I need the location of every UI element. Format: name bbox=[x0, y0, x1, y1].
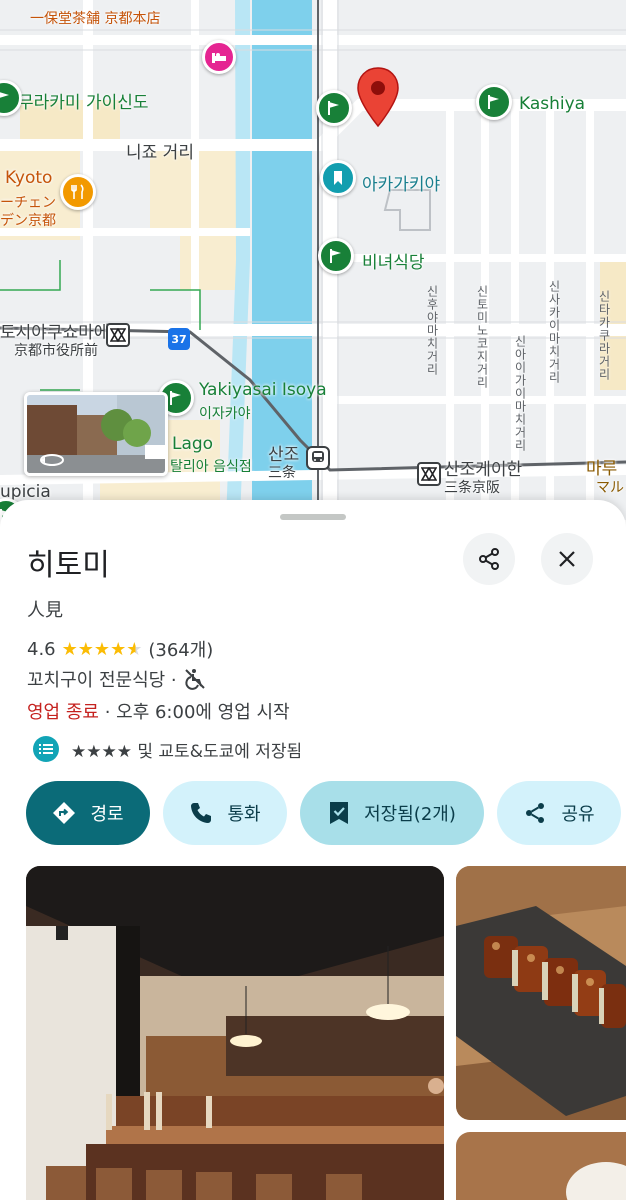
map-label-italian: 탈리아 음식점 bbox=[170, 459, 252, 475]
saved-label: 저장됨(2개) bbox=[364, 804, 456, 825]
street-label-2: 신토미노코지거리 bbox=[475, 285, 489, 389]
share-icon bbox=[479, 548, 499, 570]
share-icon bbox=[526, 803, 545, 823]
saved-lists-text: ★★★★ 및 교토&도쿄에 저장됨 bbox=[71, 741, 303, 762]
star-icon: ★ bbox=[110, 638, 127, 660]
close-button[interactable] bbox=[541, 533, 593, 585]
drag-handle[interactable] bbox=[280, 514, 346, 520]
street-label-5: 신타카쿠라거리 bbox=[597, 290, 611, 381]
phone-icon bbox=[191, 803, 212, 823]
map-label-sanjo-keihan-jp: 三条京阪 bbox=[444, 480, 500, 496]
rating-value: 4.6 bbox=[27, 638, 56, 660]
map-label-ippodo[interactable]: 一保堂茶舗 京都本店 bbox=[30, 8, 160, 28]
map-label-murakami[interactable]: 무라카미 가이신도 bbox=[18, 88, 149, 113]
star-icon: ★ bbox=[77, 638, 94, 660]
street-label-3: 신아이가이마치거리 bbox=[513, 335, 527, 452]
map-label-den-kyoto: デン京都 bbox=[0, 213, 56, 229]
subway-station-icon[interactable] bbox=[106, 323, 130, 347]
map-label-maru-kr[interactable]: 마루 bbox=[586, 454, 617, 479]
street-view-thumbnail[interactable] bbox=[24, 392, 168, 476]
map-label-nijo-street: 니죠 거리 bbox=[126, 143, 194, 163]
list-icon bbox=[33, 736, 59, 762]
star-icon: ★ bbox=[93, 638, 111, 660]
map-label-kashiya[interactable]: Kashiya bbox=[519, 94, 585, 114]
map-label-maru-jp: マルコ bbox=[596, 480, 626, 496]
place-details-sheet: 히토미 人見 4.6 ★ ★ ★ ★ ★ (364개) 꼬치구이 전문식당 · bbox=[0, 500, 626, 1200]
star-icon: ★ bbox=[61, 638, 78, 660]
original-name: 人見 bbox=[27, 600, 63, 621]
bookmark-check-icon bbox=[330, 802, 349, 824]
akagakiya-pin-icon[interactable] bbox=[320, 160, 356, 196]
hours-row[interactable]: 영업 종료 · 오후 6:00에 영업 시작 bbox=[27, 698, 290, 724]
map-label-yakiyasai[interactable]: Yakiyasai Isoya bbox=[199, 380, 327, 400]
map-label-chain: ーチェン bbox=[0, 195, 56, 211]
share-icon-button[interactable] bbox=[463, 533, 515, 585]
flag-pin-icon[interactable] bbox=[316, 90, 352, 126]
route-37-shield: 37 bbox=[168, 328, 190, 350]
restaurant-pin-icon[interactable] bbox=[60, 174, 96, 210]
map-label-sanjo-jp: 三条 bbox=[268, 465, 296, 481]
hotel-pin-icon[interactable] bbox=[202, 40, 236, 74]
share-button[interactable]: 공유 bbox=[497, 781, 621, 845]
saved-button[interactable]: 저장됨(2개) bbox=[300, 781, 484, 845]
directions-button[interactable]: 경로 bbox=[26, 781, 150, 845]
kashiya-pin-icon[interactable] bbox=[476, 84, 512, 120]
share-label: 공유 bbox=[561, 804, 595, 825]
status-closed: 영업 종료 bbox=[27, 702, 99, 723]
binyeo-pin-icon[interactable] bbox=[318, 238, 354, 274]
close-icon bbox=[559, 551, 575, 567]
rotate-360-icon bbox=[40, 454, 64, 466]
half-star-icon: ★ bbox=[126, 638, 143, 660]
category-text: 꼬치구이 전문식당 · bbox=[27, 670, 177, 691]
street-label-1: 신후야마치거리 bbox=[425, 285, 439, 376]
photo-food[interactable] bbox=[456, 866, 626, 1120]
map-label-izakaya: 이자카야 bbox=[199, 406, 251, 422]
photo-interior[interactable] bbox=[26, 866, 444, 1200]
map-label-binyeo[interactable]: 비녀식당 bbox=[362, 248, 425, 273]
map-label-akagakiya[interactable]: 아카가키야 bbox=[362, 170, 440, 195]
category-row: 꼬치구이 전문식당 · bbox=[27, 666, 207, 692]
map-label-lago[interactable]: Lago bbox=[172, 434, 213, 454]
rating-stars: ★ ★ ★ ★ ★ bbox=[62, 639, 143, 660]
street-label-4: 신사카이마치거리 bbox=[547, 280, 561, 384]
opening-time: · 오후 6:00에 영업 시작 bbox=[98, 702, 290, 723]
directions-icon bbox=[53, 802, 76, 824]
rating-row[interactable]: 4.6 ★ ★ ★ ★ ★ (364개) bbox=[27, 636, 213, 662]
photo-extra[interactable] bbox=[456, 1132, 626, 1200]
keihan-station-icon[interactable] bbox=[417, 462, 441, 486]
not-wheelchair-accessible-icon[interactable] bbox=[183, 667, 207, 691]
map-view[interactable]: 一保堂茶舗 京都本店 무라카미 가이신도 니죠 거리 Kashiya 아카가키야… bbox=[0, 0, 626, 520]
map-label-shiyakusho-jp: 京都市役所前 bbox=[14, 343, 98, 359]
call-label: 통화 bbox=[227, 804, 261, 825]
review-count: (364개) bbox=[148, 640, 214, 661]
train-station-icon[interactable] bbox=[306, 446, 330, 470]
place-title: 히토미 bbox=[27, 548, 110, 583]
call-button[interactable]: 통화 bbox=[163, 781, 287, 845]
map-label-kyoto[interactable]: Kyoto bbox=[5, 168, 52, 188]
saved-lists-row[interactable]: ★★★★ 및 교토&도쿄에 저장됨 bbox=[33, 736, 302, 762]
directions-label: 경로 bbox=[90, 804, 124, 825]
selected-place-marker-icon[interactable] bbox=[355, 66, 401, 128]
